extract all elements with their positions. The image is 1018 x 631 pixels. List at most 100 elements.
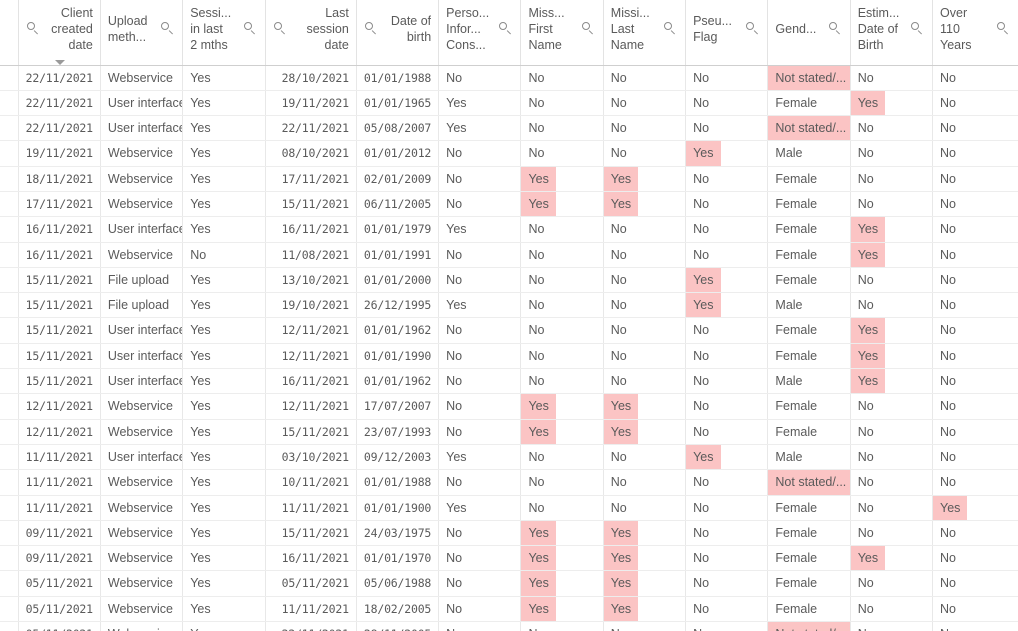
column-header-3[interactable]: Last session date bbox=[265, 0, 357, 66]
table-row[interactable]: 16/11/2021 User interface Yes 16/11/2021 01/… bbox=[0, 216, 1018, 243]
table-row[interactable]: 12/11/2021 Webservice Yes 15/11/2021 23/07/1… bbox=[0, 419, 1018, 445]
data-table-grid[interactable]: Client created date Upload meth... Sessi..… bbox=[0, 0, 1018, 631]
cell-value: 13/10/2021 bbox=[281, 272, 349, 287]
table-row[interactable]: 12/11/2021 Webservice Yes 12/11/2021 17/07/2… bbox=[0, 393, 1018, 420]
cell-value: No bbox=[693, 601, 710, 616]
table-cell: Yes bbox=[520, 419, 604, 445]
table-cell: Female bbox=[767, 596, 851, 623]
column-header-10[interactable]: Estim... Date of Birth bbox=[850, 0, 934, 66]
column-header-5[interactable]: Perso... Infor... Cons... bbox=[438, 0, 522, 66]
table-row[interactable]: 15/11/2021 User interface Yes 12/11/2021 01/… bbox=[0, 343, 1018, 370]
cell-value: No bbox=[693, 399, 710, 414]
cell-value: No bbox=[693, 475, 710, 490]
cell-value: No bbox=[610, 121, 627, 136]
column-header-7[interactable]: Missi... Last Name bbox=[603, 0, 687, 66]
cell-value: Webservice bbox=[107, 424, 173, 439]
search-icon[interactable] bbox=[364, 22, 378, 35]
table-cell: 01/01/1988 bbox=[356, 469, 440, 496]
column-header-0[interactable]: Client created date bbox=[18, 0, 101, 66]
column-header-9[interactable]: Gend... bbox=[767, 0, 851, 66]
cell-value: No bbox=[940, 601, 957, 616]
table-cell: Yes bbox=[182, 368, 266, 395]
cell-value: 01/01/2000 bbox=[363, 272, 432, 287]
cell-value: Yes bbox=[521, 546, 556, 570]
table-cell: No bbox=[603, 292, 687, 319]
search-icon[interactable] bbox=[26, 22, 40, 35]
table-cell: Webservice bbox=[100, 570, 184, 597]
cell-value: No bbox=[528, 348, 545, 363]
search-icon[interactable] bbox=[997, 22, 1010, 35]
cell-value: No bbox=[446, 348, 463, 363]
table-cell: No bbox=[932, 292, 1018, 319]
table-row[interactable]: 22/11/2021 User interface Yes 22/11/2021 05/… bbox=[0, 115, 1018, 142]
search-icon[interactable] bbox=[911, 22, 924, 35]
table-cell: 03/10/2021 bbox=[265, 444, 357, 471]
column-header-4[interactable]: Date of birth bbox=[356, 0, 440, 66]
cell-value: 11/11/2021 bbox=[25, 449, 93, 464]
search-icon[interactable] bbox=[746, 22, 759, 35]
table-row[interactable]: 15/11/2021 File upload Yes 13/10/2021 01/01/… bbox=[0, 267, 1018, 294]
table-cell: No bbox=[603, 115, 687, 142]
table-row[interactable]: 17/11/2021 Webservice Yes 15/11/2021 06/11/2… bbox=[0, 191, 1018, 218]
table-row[interactable]: 15/11/2021 User interface Yes 16/11/2021 01/… bbox=[0, 368, 1018, 395]
cell-value: 11/11/2021 bbox=[281, 601, 349, 616]
table-row[interactable]: 19/11/2021 Webservice Yes 08/10/2021 01/01/2… bbox=[0, 140, 1018, 167]
cell-value: 01/01/1965 bbox=[363, 95, 432, 110]
cell-value: No bbox=[857, 525, 874, 540]
cell-value: Female bbox=[775, 500, 818, 515]
column-header-2[interactable]: Sessi... in last 2 mths bbox=[182, 0, 266, 66]
search-icon[interactable] bbox=[581, 22, 595, 35]
column-header-6[interactable]: Miss... First Name bbox=[520, 0, 604, 66]
cell-value: Yes bbox=[190, 95, 211, 110]
column-header-11[interactable]: Over 110 Years bbox=[932, 0, 1018, 66]
cell-value: Yes bbox=[850, 343, 886, 368]
table-row[interactable]: 09/11/2021 Webservice Yes 16/11/2021 01/01/1… bbox=[0, 545, 1018, 572]
search-icon[interactable] bbox=[243, 22, 257, 35]
row-gutter bbox=[0, 90, 19, 117]
table-cell: 01/01/1970 bbox=[356, 545, 440, 572]
table-cell: Yes bbox=[438, 292, 522, 319]
cell-value: No bbox=[693, 576, 710, 591]
column-header-label: Miss... First Name bbox=[528, 5, 565, 52]
table-row[interactable]: 22/11/2021 Webservice Yes 28/10/2021 01/01/1… bbox=[0, 65, 1018, 91]
search-icon[interactable] bbox=[273, 22, 287, 35]
cell-value: No bbox=[940, 171, 957, 186]
cell-value: 01/01/2012 bbox=[363, 146, 432, 161]
cell-value: Yes bbox=[190, 323, 211, 338]
search-icon[interactable] bbox=[161, 22, 174, 35]
table-row[interactable]: 11/11/2021 User interface Yes 03/10/2021 09/… bbox=[0, 444, 1018, 471]
table-cell: 11/11/2021 bbox=[265, 596, 357, 623]
search-icon[interactable] bbox=[664, 22, 677, 35]
table-cell: No bbox=[932, 393, 1018, 420]
table-cell: No bbox=[932, 317, 1018, 344]
table-row[interactable]: 05/11/2021WebserviceYes22/11/202128/11/2… bbox=[0, 621, 1018, 631]
table-row[interactable]: 16/11/2021 Webservice No 11/08/2021 01/01/19… bbox=[0, 242, 1018, 268]
search-icon[interactable] bbox=[828, 22, 842, 35]
table-row[interactable]: 15/11/2021 File upload Yes 19/10/2021 26/12/… bbox=[0, 292, 1018, 319]
column-header-1[interactable]: Upload meth... bbox=[100, 0, 184, 66]
table-cell: No bbox=[850, 520, 934, 547]
table-row[interactable]: 15/11/2021 User interface Yes 12/11/2021 01/… bbox=[0, 317, 1018, 344]
table-row[interactable]: 22/11/2021 User interface Yes 19/11/2021 01/… bbox=[0, 90, 1018, 117]
row-gutter bbox=[0, 267, 19, 294]
table-row[interactable]: 05/11/2021 Webservice Yes 05/11/2021 05/06/1… bbox=[0, 570, 1018, 597]
table-row[interactable]: 11/11/2021 Webservice Yes 11/11/2021 01/01/1… bbox=[0, 495, 1018, 521]
cell-value: Yes bbox=[686, 267, 721, 292]
table-row[interactable]: 05/11/2021 Webservice Yes 11/11/2021 18/02/2… bbox=[0, 596, 1018, 623]
cell-value: No bbox=[940, 551, 957, 566]
table-cell: No bbox=[932, 65, 1018, 91]
cell-value: Yes bbox=[603, 394, 639, 419]
table-row[interactable]: 11/11/2021 Webservice Yes 10/11/2021 01/01/1… bbox=[0, 469, 1018, 496]
table-cell: Yes bbox=[850, 317, 934, 344]
cell-value: No bbox=[610, 272, 627, 287]
table-cell: No bbox=[685, 343, 769, 370]
table-row[interactable]: 18/11/2021 Webservice Yes 17/11/2021 02/01/2… bbox=[0, 166, 1018, 192]
column-header-8[interactable]: Pseu... Flag bbox=[685, 0, 769, 66]
table-cell: Yes bbox=[438, 115, 522, 142]
table-row[interactable]: 09/11/2021 Webservice Yes 15/11/2021 24/03/1… bbox=[0, 520, 1018, 547]
cell-value: File upload bbox=[107, 272, 170, 287]
table-cell: No bbox=[520, 495, 604, 521]
table-cell: 01/01/1962 bbox=[356, 368, 440, 395]
cell-value: 01/01/1991 bbox=[363, 247, 432, 262]
search-icon[interactable] bbox=[499, 22, 512, 35]
